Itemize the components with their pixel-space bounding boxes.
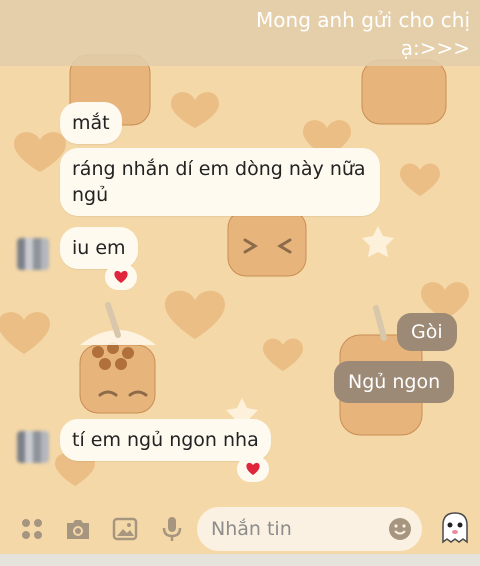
- message-bubble-incoming[interactable]: mắt: [60, 102, 122, 144]
- message-bubble-outgoing[interactable]: Gòi: [397, 313, 457, 351]
- message-bubble-incoming[interactable]: iu em: [60, 227, 138, 269]
- contact-avatar[interactable]: [17, 238, 49, 270]
- message-input-placeholder: Nhắn tin: [211, 518, 292, 540]
- heart-icon: [246, 462, 260, 475]
- message-text: iu em: [72, 237, 126, 259]
- emoji-icon[interactable]: [388, 517, 412, 541]
- message-reaction[interactable]: [237, 456, 269, 482]
- heart-icon: [114, 270, 128, 283]
- story-caption-band: Mong anh gửi cho chị ạ:>>>: [0, 0, 480, 66]
- story-caption-text: Mong anh gửi cho chị ạ:>>>: [256, 8, 470, 60]
- ghost-sticker-icon[interactable]: [438, 510, 472, 546]
- message-text: ráng nhắn dí em dòng này nữa ngủ: [72, 158, 366, 206]
- contact-avatar[interactable]: [17, 431, 49, 463]
- wallpaper-boba-cup: [79, 344, 156, 414]
- wallpaper-boba-cup: [361, 59, 447, 125]
- message-text: Gòi: [411, 321, 443, 343]
- message-bubble-incoming[interactable]: tí em ngủ ngon nha: [60, 419, 271, 461]
- wallpaper-boba-cup: [227, 209, 307, 277]
- message-reaction[interactable]: [105, 264, 137, 290]
- chat-wallpaper: [0, 0, 480, 566]
- microphone-icon[interactable]: [161, 515, 183, 543]
- message-text: tí em ngủ ngon nha: [72, 429, 259, 451]
- message-input[interactable]: Nhắn tin: [197, 507, 422, 551]
- apps-icon[interactable]: [20, 517, 44, 541]
- camera-icon[interactable]: [64, 516, 92, 542]
- message-bubble-outgoing[interactable]: Ngủ ngon: [334, 361, 455, 403]
- message-bubble-incoming[interactable]: ráng nhắn dí em dòng này nữa ngủ: [60, 148, 380, 216]
- system-bottom-strip: [0, 554, 480, 566]
- message-text: Ngủ ngon: [348, 371, 441, 393]
- gallery-icon[interactable]: [112, 517, 138, 541]
- message-text: mắt: [72, 112, 110, 134]
